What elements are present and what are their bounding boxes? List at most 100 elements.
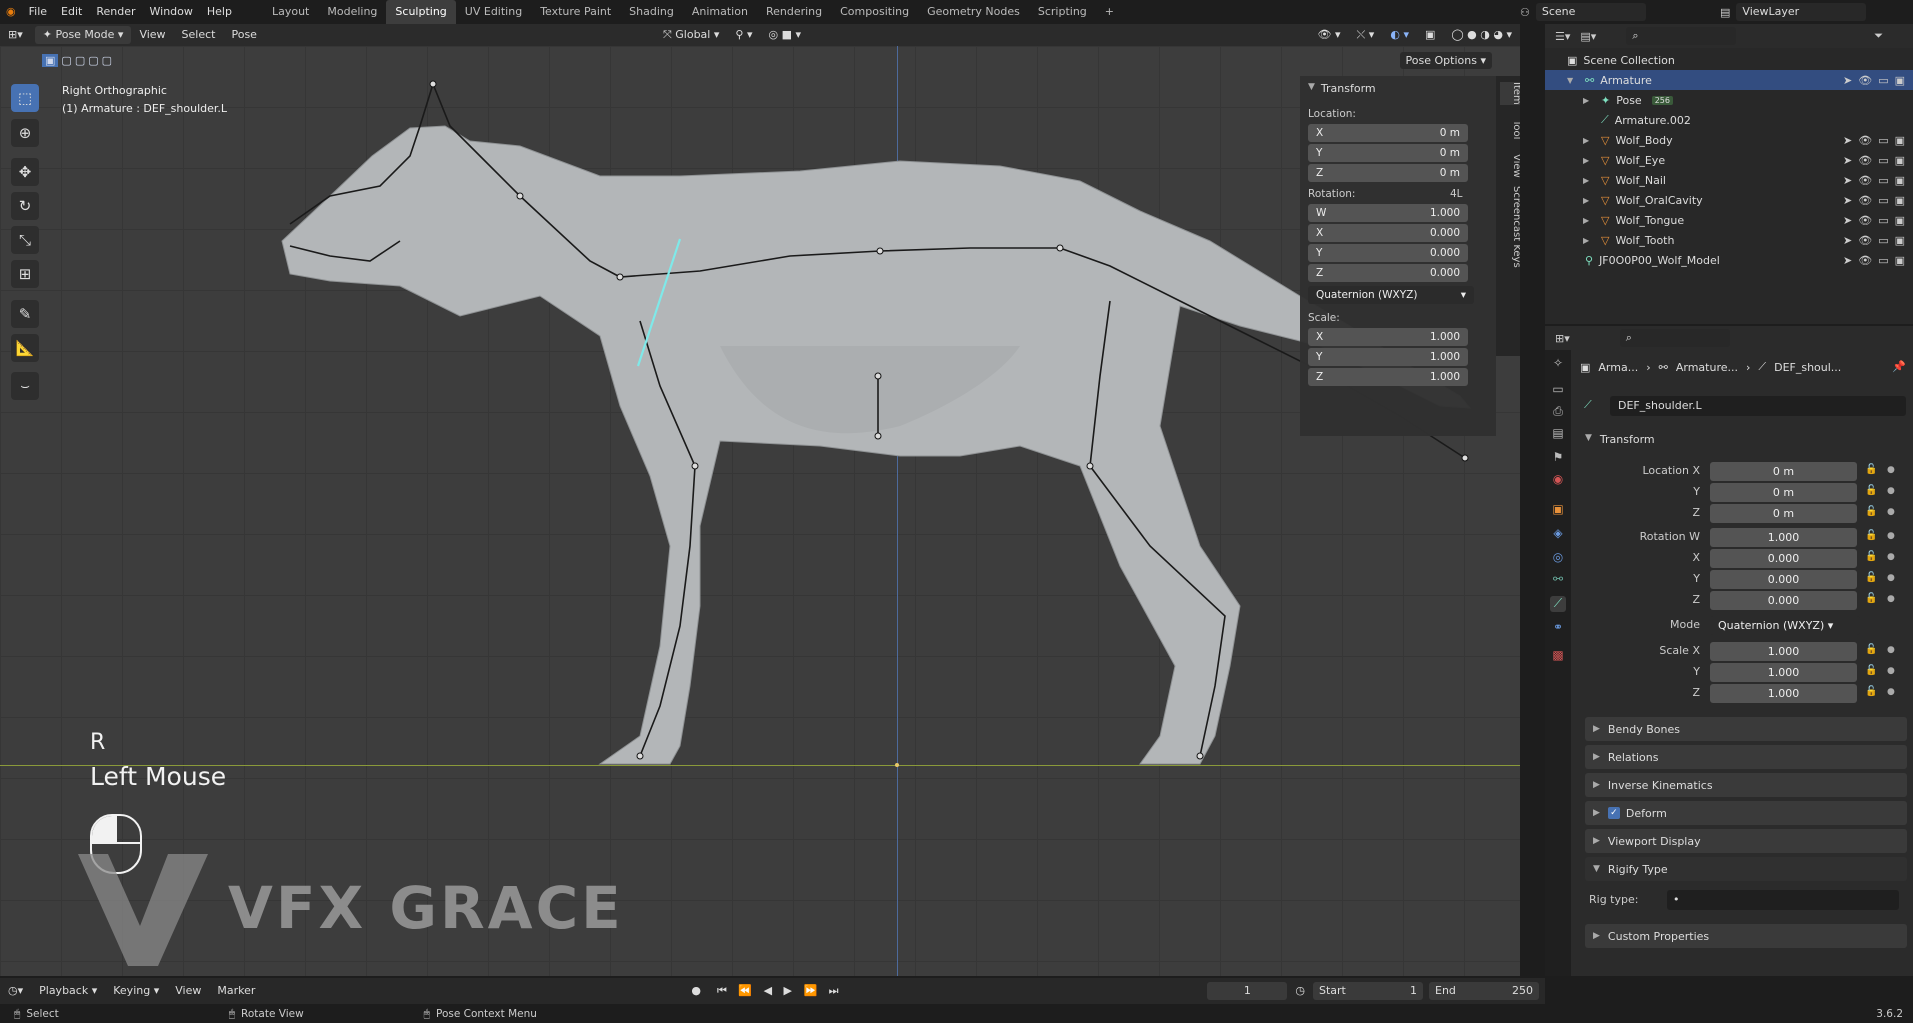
outliner-visibility-icons[interactable]: ➤ 👁 ▭ ▣ — [1843, 234, 1905, 247]
menu-view[interactable]: View — [131, 24, 173, 46]
select-arrow-icon[interactable]: ➤ — [1843, 74, 1852, 87]
scale-z-field[interactable]: 1.000 — [1710, 684, 1857, 703]
tab-texture-paint[interactable]: Texture Paint — [531, 0, 620, 24]
physics-props-icon[interactable]: ◎ — [1550, 550, 1566, 566]
scale-y-field[interactable]: Y 1.000 — [1308, 348, 1468, 366]
select-arrow-icon[interactable]: ➤ — [1843, 134, 1852, 147]
monitor-icon[interactable]: ▭ — [1878, 194, 1888, 207]
object-props-icon[interactable]: ▣ — [1550, 502, 1566, 518]
props-editor-icon[interactable]: ⊞▾ — [1555, 332, 1570, 345]
texture-props-icon[interactable]: ▩ — [1550, 648, 1566, 664]
scale-z-field[interactable]: Z 1.000 — [1308, 368, 1468, 386]
bone-props-icon[interactable]: ⟋ — [1550, 596, 1566, 612]
menu-marker[interactable]: Marker — [209, 980, 263, 1002]
location-y-field[interactable]: Y 0 m — [1308, 144, 1468, 162]
camera-icon[interactable]: ▣ — [1895, 74, 1905, 87]
record-icon[interactable]: ● — [683, 980, 709, 1002]
tab-layout[interactable]: Layout — [263, 0, 318, 24]
rotation-y-field[interactable]: Y 0.000 — [1308, 244, 1468, 262]
tab-uv-editing[interactable]: UV Editing — [456, 0, 531, 24]
rotation-x-field[interactable]: 0.000 — [1710, 549, 1857, 568]
scene-selector[interactable]: ⚇ Scene — [1520, 2, 1646, 22]
outliner-row[interactable]: ▶ ▽ Wolf_Nail ➤ 👁 ▭ ▣ — [1545, 170, 1913, 190]
tab-tool[interactable]: Tool — [1500, 120, 1520, 139]
eye-icon[interactable]: 👁 — [1858, 214, 1872, 227]
menu-window[interactable]: Window — [143, 0, 200, 24]
monitor-icon[interactable]: ▭ — [1878, 154, 1888, 167]
outliner-visibility-icons[interactable]: ➤ 👁 ▭ ▣ — [1843, 134, 1905, 147]
outliner-row[interactable]: ⚲ JF0O0P00_Wolf_Model ➤ 👁 ▭ ▣ — [1545, 250, 1913, 270]
camera-icon[interactable]: ▣ — [1895, 234, 1905, 247]
monitor-icon[interactable]: ▭ — [1878, 234, 1888, 247]
transform-section-header[interactable]: ▼ Transform — [1585, 433, 1655, 446]
outliner-visibility-icons[interactable]: ➤ 👁 ▭ ▣ — [1843, 254, 1905, 267]
outliner-row[interactable]: ▶ ▽ Wolf_Eye ➤ 👁 ▭ ▣ — [1545, 150, 1913, 170]
chevron-right-icon[interactable]: ▶ — [1583, 196, 1595, 205]
tab-shading[interactable]: Shading — [620, 0, 683, 24]
location-z-field[interactable]: 0 m — [1710, 504, 1857, 523]
outliner-row-scene-collection[interactable]: ▣ Scene Collection — [1545, 50, 1913, 70]
section-viewport-display[interactable]: ▶ Viewport Display — [1585, 829, 1907, 853]
eye-icon[interactable]: 👁 — [1858, 234, 1872, 247]
tab-scripting[interactable]: Scripting — [1029, 0, 1096, 24]
outliner-visibility-icons[interactable]: ➤ 👁 ▭ ▣ — [1843, 214, 1905, 227]
chevron-right-icon[interactable]: ▶ — [1583, 236, 1595, 245]
3d-viewport[interactable]: ▣ ▢ ▢ ▢ ▢ Right Orthographic (1) Armature : … — [0, 46, 1520, 976]
menu-file[interactable]: File — [22, 0, 54, 24]
eye-icon[interactable]: 👁 — [1858, 74, 1872, 87]
section-inverse-kinematics[interactable]: ▶ Inverse Kinematics — [1585, 773, 1907, 797]
rotation-w-field[interactable]: W 1.000 — [1308, 204, 1468, 222]
outliner-row[interactable]: ⟋ Armature.002 — [1545, 110, 1913, 130]
add-workspace-button[interactable]: + — [1096, 0, 1123, 24]
select-arrow-icon[interactable]: ➤ — [1843, 214, 1852, 227]
outliner-editor-icon[interactable]: ☰▾ — [1555, 30, 1570, 43]
camera-icon[interactable]: ▣ — [1895, 214, 1905, 227]
tab-screencast-keys[interactable]: Screencast Keys — [1500, 186, 1520, 268]
eye-icon[interactable]: 👁 — [1858, 154, 1872, 167]
outliner-row[interactable]: ▶ ▽ Wolf_Tooth ➤ 👁 ▭ ▣ — [1545, 230, 1913, 250]
outliner-row[interactable]: ▶ ▽ Wolf_Body ➤ 👁 ▭ ▣ — [1545, 130, 1913, 150]
deform-checkbox[interactable]: ✓ — [1607, 807, 1620, 819]
mode-selector[interactable]: ✦ Pose Mode ▾ — [34, 26, 132, 44]
section-deform[interactable]: ▶ ✓ Deform — [1585, 801, 1907, 825]
rotation-mode-field[interactable]: Quaternion (WXYZ) ▾ — [1710, 616, 1860, 635]
scene-props-icon[interactable]: ⚑ — [1550, 450, 1566, 466]
xray-icon[interactable]: ▣ — [1417, 24, 1443, 46]
select-arrow-icon[interactable]: ➤ — [1843, 254, 1852, 267]
timeline-editor-icon[interactable]: ◷▾ — [0, 980, 31, 1002]
tab-animation[interactable]: Animation — [683, 0, 757, 24]
render-props-icon[interactable]: ▭ — [1550, 382, 1566, 398]
props-search-input[interactable]: ⌕ — [1619, 329, 1730, 347]
viewlayer-selector[interactable]: ▤ ViewLayer — [1720, 2, 1867, 22]
eye-icon[interactable]: 👁 — [1858, 254, 1872, 267]
rotation-mode-dropdown[interactable]: Quaternion (WXYZ) ▾ — [1308, 286, 1474, 304]
chevron-right-icon[interactable]: ▶ — [1583, 136, 1595, 145]
monitor-icon[interactable]: ▭ — [1878, 134, 1888, 147]
select-arrow-icon[interactable]: ➤ — [1843, 234, 1852, 247]
rotation-x-field[interactable]: X 0.000 — [1308, 224, 1468, 242]
menu-pose[interactable]: Pose — [223, 24, 264, 46]
location-y-field[interactable]: 0 m — [1710, 483, 1857, 502]
shading-modes-icon[interactable]: ◯ ● ◑ ◕ ▾ — [1443, 24, 1520, 46]
eye-icon[interactable]: 👁 — [1858, 194, 1872, 207]
tab-compositing[interactable]: Compositing — [831, 0, 918, 24]
pose-options-button[interactable]: Pose Options ▾ — [1399, 52, 1492, 69]
tab-modeling[interactable]: Modeling — [318, 0, 386, 24]
location-x-field[interactable]: 0 m — [1710, 462, 1857, 481]
breadcrumb-item[interactable]: DEF_shoul... — [1774, 361, 1841, 374]
scale-x-field[interactable]: 1.000 — [1710, 642, 1857, 661]
camera-icon[interactable]: ▣ — [1895, 174, 1905, 187]
pin-icon[interactable]: 📌 — [1892, 360, 1906, 373]
select-arrow-icon[interactable]: ➤ — [1843, 174, 1852, 187]
tab-rendering[interactable]: Rendering — [757, 0, 831, 24]
monitor-icon[interactable]: ▭ — [1878, 254, 1888, 267]
filter-icon[interactable]: ⏷ — [1874, 29, 1883, 43]
start-frame-field[interactable]: Start 1 — [1313, 982, 1423, 1000]
chevron-right-icon[interactable]: ▶ — [1583, 156, 1595, 165]
monitor-icon[interactable]: ▭ — [1878, 214, 1888, 227]
outliner-visibility-icons[interactable]: ➤ 👁 ▭ ▣ — [1843, 74, 1905, 87]
output-props-icon[interactable]: ⎙ — [1550, 404, 1566, 420]
preview-range-icon[interactable]: ◷ — [1287, 980, 1313, 1002]
section-relations[interactable]: ▶ Relations — [1585, 745, 1907, 769]
tab-item[interactable]: Item — [1500, 82, 1520, 105]
